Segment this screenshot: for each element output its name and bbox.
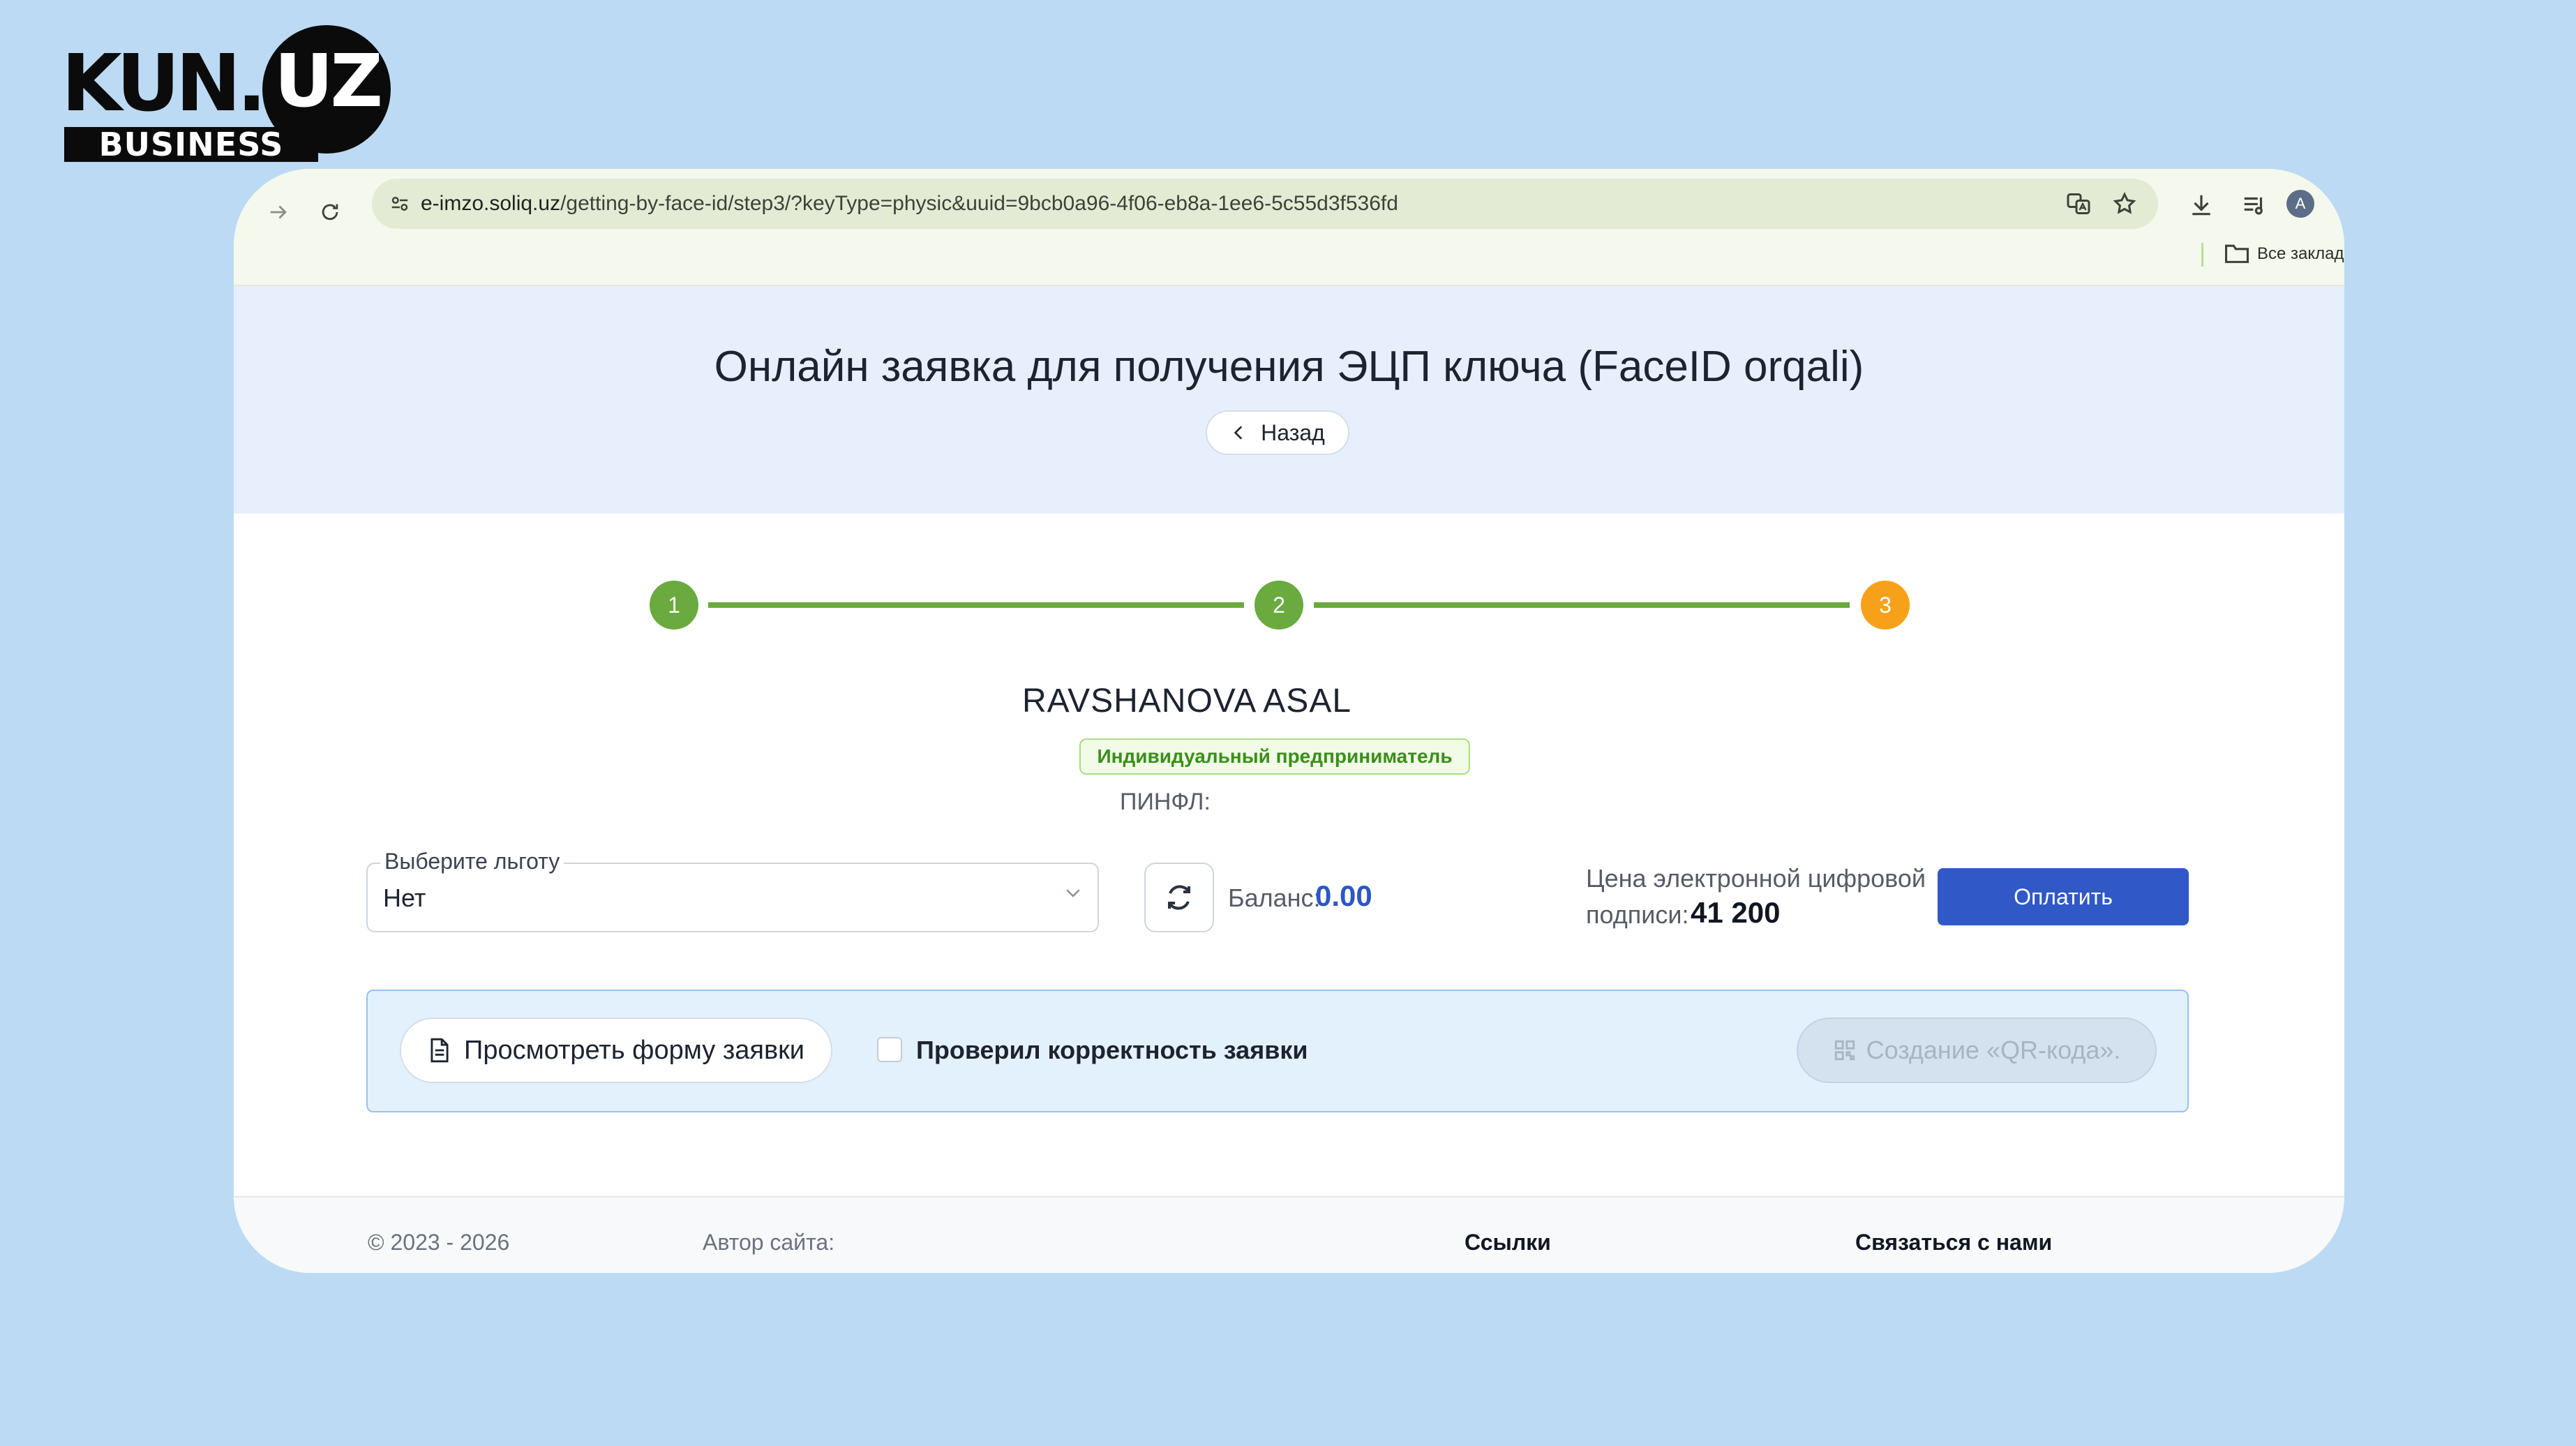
browser-window: e-imzo.soliq.uz/getting-by-face-id/step3… bbox=[234, 169, 2344, 1273]
chevron-down-icon bbox=[1063, 882, 1084, 909]
balance-value: 0.00 bbox=[1315, 879, 1372, 912]
reload-icon[interactable] bbox=[310, 193, 350, 232]
price-label-line1: Цена электронной цифровой bbox=[1586, 864, 1926, 893]
document-icon bbox=[430, 1038, 449, 1063]
create-qr-code-button[interactable]: Создание «QR-кода». bbox=[1797, 1018, 2157, 1083]
person-name: RAVSHANOVA ASAL bbox=[1021, 683, 1352, 720]
step-1: 1 bbox=[650, 581, 698, 629]
kun-uz-business-logo: KUN. UZ BUSINESS bbox=[61, 25, 396, 165]
review-panel: Просмотреть форму заявки Проверил коррек… bbox=[366, 990, 2189, 1112]
url-domain: e-imzo.soliq.uz bbox=[421, 192, 561, 215]
refresh-icon bbox=[1168, 885, 1190, 910]
footer-copyright: © 2023 - 2026 bbox=[368, 1230, 510, 1255]
folder-icon[interactable] bbox=[2224, 241, 2252, 267]
chevron-left-icon bbox=[1234, 426, 1243, 440]
price-value: 41 200 bbox=[1691, 896, 1781, 929]
qr-code-icon bbox=[1834, 1040, 1855, 1061]
url-path: /getting-by-face-id/step3/?keyType=physi… bbox=[560, 192, 1398, 215]
view-form-label: Просмотреть форму заявки bbox=[464, 1035, 804, 1065]
back-button-label: Назад bbox=[1261, 419, 1325, 445]
profile-avatar[interactable]: A bbox=[2286, 190, 2314, 218]
benefit-select[interactable]: Выберите льготу Нет bbox=[366, 849, 1099, 932]
logo-business-text: BUSINESS bbox=[64, 127, 318, 162]
address-bar[interactable]: e-imzo.soliq.uz/getting-by-face-id/step3… bbox=[372, 179, 2158, 229]
forward-icon[interactable] bbox=[259, 193, 298, 232]
confirm-correctness-label[interactable]: Проверил корректность заявки bbox=[916, 1036, 1308, 1065]
create-qr-label: Создание «QR-кода». bbox=[1866, 1036, 2121, 1064]
price-label-line2: подписи: bbox=[1586, 900, 1689, 929]
star-icon[interactable] bbox=[2105, 184, 2144, 223]
page-title: Онлайн заявка для получения ЭЦП ключа (F… bbox=[714, 343, 1864, 391]
benefit-select-label: Выберите льготу bbox=[380, 849, 564, 874]
footer-author: Автор сайта: bbox=[703, 1230, 835, 1255]
footer-links-heading: Ссылки bbox=[1465, 1230, 1551, 1255]
logo-kun-text: KUN. bbox=[61, 38, 267, 129]
browser-toolbar: e-imzo.soliq.uz/getting-by-face-id/step3… bbox=[234, 169, 2344, 286]
step-connector-1 bbox=[708, 602, 1244, 608]
step-connector-2 bbox=[1314, 602, 1850, 608]
refresh-balance-button[interactable] bbox=[1144, 863, 1214, 932]
benefit-select-value: Нет bbox=[383, 884, 426, 912]
pinfl-label: ПИНФЛ: bbox=[1120, 789, 1211, 815]
site-settings-icon[interactable] bbox=[380, 184, 419, 223]
view-application-form-button[interactable]: Просмотреть форму заявки bbox=[400, 1018, 832, 1083]
url-text[interactable]: e-imzo.soliq.uz/getting-by-face-id/step3… bbox=[421, 179, 1398, 229]
page-header: Онлайн заявка для получения ЭЦП ключа (F… bbox=[234, 286, 2344, 514]
translate-icon[interactable] bbox=[2059, 184, 2098, 223]
footer-contact-heading: Связаться с нами bbox=[1855, 1230, 2053, 1255]
entrepreneur-type-badge: Индивидуальный предприниматель bbox=[1079, 738, 1470, 775]
download-icon[interactable] bbox=[2180, 184, 2222, 226]
bookmarks-separator bbox=[2201, 243, 2203, 267]
balance-label: Баланс: bbox=[1228, 884, 1321, 912]
logo-uz-text: UZ bbox=[274, 38, 383, 124]
confirm-correctness-checkbox[interactable] bbox=[877, 1037, 902, 1062]
back-button[interactable]: Назад bbox=[1206, 410, 1349, 455]
reading-list-icon[interactable] bbox=[2233, 184, 2275, 226]
pay-button[interactable]: Оплатить bbox=[1938, 868, 2189, 925]
step-2: 2 bbox=[1255, 581, 1303, 629]
step-3: 3 bbox=[1861, 581, 1910, 629]
all-bookmarks-label[interactable]: Все заклад bbox=[2257, 244, 2344, 264]
page-footer: © 2023 - 2026 Автор сайта: Ссылки Связат… bbox=[234, 1196, 2344, 1273]
